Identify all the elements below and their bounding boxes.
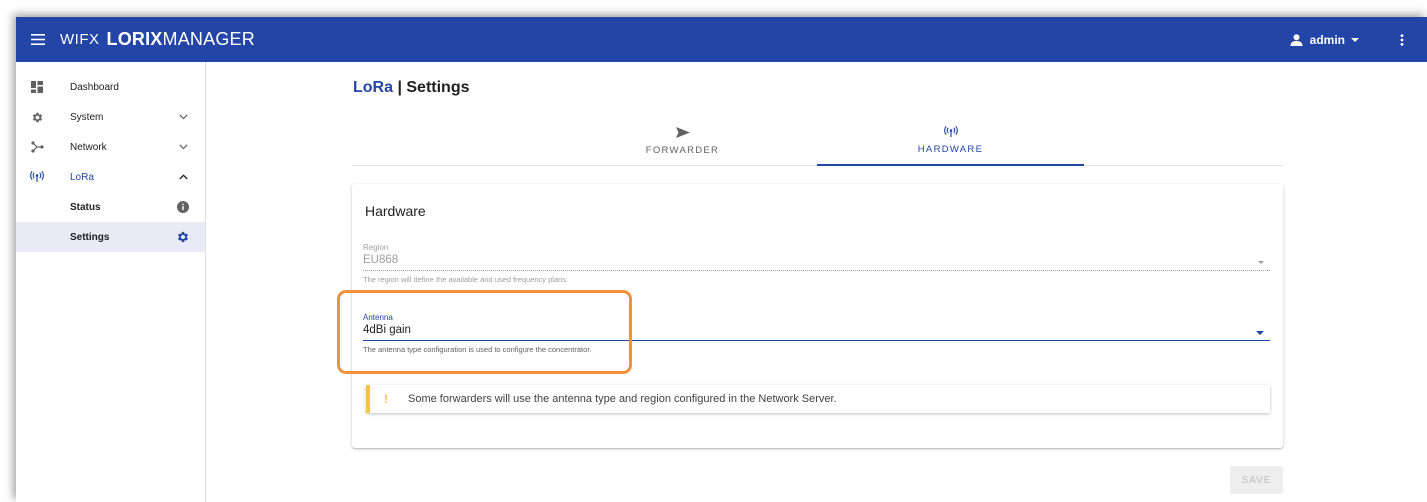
- sidebar-item-label: System: [70, 111, 104, 123]
- sidebar-item-label: Settings: [70, 231, 110, 243]
- network-icon: [26, 141, 48, 153]
- sidebar-item-label: LoRa: [70, 171, 94, 183]
- gear-icon: [173, 230, 193, 244]
- brand-prefix: WIFX: [60, 31, 100, 48]
- warning-alert: ! Some forwarders will use the antenna t…: [366, 385, 1270, 413]
- dropdown-arrow-icon: [1256, 331, 1264, 335]
- user-menu[interactable]: admin: [1290, 33, 1359, 47]
- caret-down-icon: [1351, 37, 1359, 42]
- region-label: Region: [363, 243, 389, 252]
- sidebar-item-lora-status[interactable]: Status: [16, 192, 205, 222]
- user-name: admin: [1309, 32, 1345, 47]
- sidebar-item-label: Network: [70, 141, 107, 153]
- more-options-button[interactable]: [1387, 17, 1417, 62]
- card-title: Hardware: [365, 203, 426, 219]
- region-underline: [363, 270, 1270, 271]
- antenna-highlight-annotation: [337, 290, 632, 374]
- alert-text: Some forwarders will use the antenna typ…: [408, 393, 837, 405]
- chevron-up-icon: [173, 174, 193, 180]
- sidebar-item-system[interactable]: System: [16, 102, 205, 132]
- tab-hardware[interactable]: HARDWARE: [817, 113, 1084, 166]
- antenna-icon: [26, 171, 48, 183]
- app-window: WIFX LORIX MANAGER admin Dashboard Syste…: [16, 17, 1427, 502]
- region-hint: The region will define the available and…: [363, 275, 569, 284]
- settings-tabs: FORWARDER HARDWARE: [352, 113, 1283, 166]
- dropdown-arrow-icon: [1258, 261, 1264, 264]
- top-app-bar: WIFX LORIX MANAGER admin: [16, 17, 1427, 62]
- sidebar-item-network[interactable]: Network: [16, 132, 205, 162]
- chevron-down-icon: [173, 144, 193, 150]
- page-title-section: LoRa: [353, 79, 393, 96]
- hamburger-icon: [31, 34, 45, 45]
- sidebar-item-label: Dashboard: [70, 81, 119, 93]
- region-value: EU868: [363, 254, 399, 266]
- tab-label: FORWARDER: [645, 144, 720, 156]
- save-button[interactable]: SAVE: [1230, 466, 1283, 494]
- kebab-icon: [1400, 33, 1404, 46]
- page-title-name: Settings: [406, 79, 470, 96]
- sidebar: Dashboard System Network LoRa Status Set…: [16, 62, 206, 502]
- warning-icon: !: [384, 392, 388, 406]
- send-icon: [675, 124, 690, 142]
- page-title-separator: |: [393, 79, 407, 96]
- sidebar-item-lora-settings[interactable]: Settings: [16, 222, 205, 252]
- dashboard-icon: [26, 81, 48, 93]
- sidebar-item-lora[interactable]: LoRa: [16, 162, 205, 192]
- info-icon: [173, 201, 193, 213]
- region-select[interactable]: Region EU868 The region will define the …: [363, 243, 1270, 284]
- antenna-icon: [943, 123, 958, 141]
- sidebar-item-label: Status: [70, 201, 101, 213]
- sidebar-item-dashboard[interactable]: Dashboard: [16, 72, 205, 102]
- tab-label: HARDWARE: [917, 143, 984, 155]
- chevron-down-icon: [173, 114, 193, 120]
- tab-forwarder[interactable]: FORWARDER: [549, 113, 816, 166]
- app-logo[interactable]: WIFX LORIX MANAGER: [60, 29, 255, 50]
- main-content: LoRa | Settings FORWARDER HARDWARE Hardw…: [206, 62, 1427, 502]
- brand-bold: LORIX: [106, 29, 163, 49]
- menu-button[interactable]: [16, 17, 60, 62]
- person-icon: [1290, 33, 1303, 46]
- brand-rest: MANAGER: [162, 29, 255, 49]
- page-title: LoRa | Settings: [353, 79, 470, 97]
- gear-icon: [26, 111, 48, 124]
